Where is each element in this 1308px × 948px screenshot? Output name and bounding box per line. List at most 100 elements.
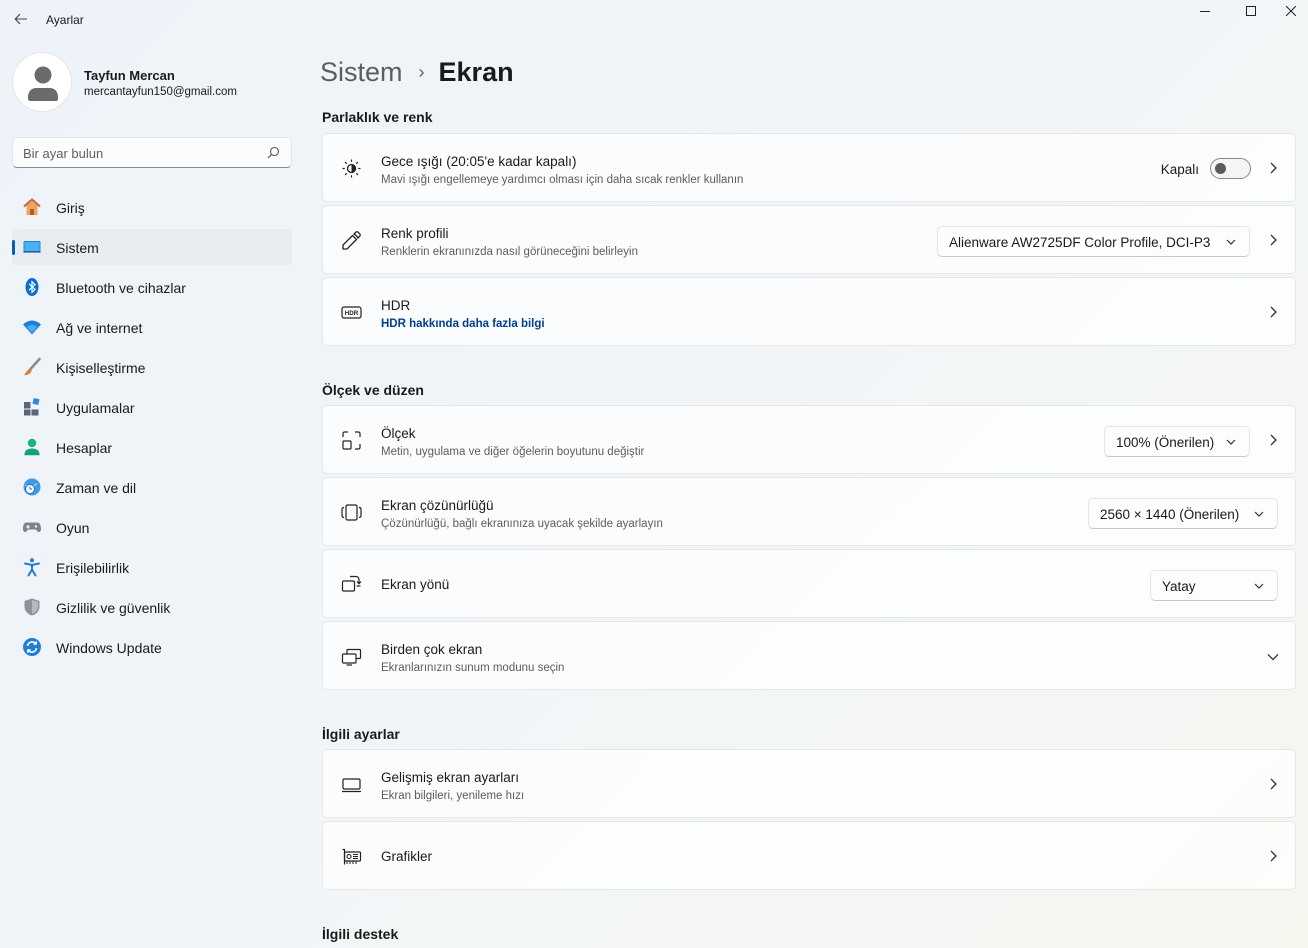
- resolution-title: Ekran çözünürlüğü: [381, 498, 494, 513]
- shield-icon: [24, 598, 40, 616]
- graphics-title: Grafikler: [381, 849, 433, 864]
- scale-card[interactable]: Ölçek Metin, uygulama ve diğer öğelerin …: [322, 405, 1296, 474]
- sidebar-item-time-language[interactable]: Zaman ve dil: [12, 469, 292, 505]
- chevron-right-icon: [1270, 850, 1277, 862]
- sidebar-item-label: Windows Update: [56, 640, 162, 656]
- maximize-button[interactable]: [1228, 0, 1274, 22]
- scale-dropdown[interactable]: 100% (Önerilen): [1104, 426, 1250, 457]
- system-icon: [23, 241, 41, 253]
- night-light-toggle[interactable]: [1210, 158, 1251, 179]
- multiple-displays-title: Birden çok ekran: [381, 642, 483, 657]
- section-title-support: İlgili destek: [322, 926, 399, 942]
- chevron-right-icon: [1270, 306, 1277, 318]
- sidebar-item-label: Gizlilik ve güvenlik: [56, 600, 171, 616]
- chevron-down-icon: [1267, 654, 1279, 661]
- hdr-card[interactable]: HDR HDR HDR hakkında daha fazla bilgi: [322, 277, 1296, 346]
- sidebar-item-gaming[interactable]: Oyun: [12, 509, 292, 545]
- night-light-subtitle: Mavi ışığı engellemeye yardımcı olması i…: [381, 174, 744, 186]
- title-bar: Ayarlar: [0, 0, 1308, 40]
- monitor-icon: [342, 778, 361, 793]
- sidebar-item-apps[interactable]: Uygulamalar: [12, 389, 292, 425]
- wifi-icon: [23, 320, 41, 335]
- multiple-displays-card[interactable]: Birden çok ekran Ekranlarınızın sunum mo…: [322, 621, 1296, 690]
- chevron-right-icon: [1270, 234, 1277, 246]
- section-title-brightness: Parlaklık ve renk: [322, 109, 433, 125]
- night-light-toggle-label: Kapalı: [1160, 162, 1199, 177]
- chevron-down-icon: [1254, 511, 1264, 517]
- sidebar-item-label: Sistem: [56, 240, 99, 256]
- clock-globe-icon: [23, 478, 41, 496]
- resolution-icon: [341, 504, 362, 521]
- sidebar-item-label: Giriş: [56, 200, 85, 216]
- advanced-display-subtitle: Ekran bilgileri, yenileme hızı: [381, 790, 525, 802]
- chevron-right-icon: [1270, 162, 1277, 174]
- toggle-knob: [1215, 163, 1226, 174]
- search-placeholder: Bir ayar bulun: [23, 146, 104, 161]
- sidebar-item-label: Oyun: [56, 520, 90, 536]
- accessibility-icon: [24, 558, 40, 577]
- sidebar-item-bluetooth[interactable]: Bluetooth ve cihazlar: [12, 269, 292, 305]
- sidebar-nav: Giriş Sistem Bluetooth ve cihazlar Ağ ve…: [12, 189, 292, 669]
- apps-icon: [24, 397, 40, 416]
- color-profile-dropdown[interactable]: Alienware AW2725DF Color Profile, DCI-P3: [937, 226, 1250, 257]
- back-button[interactable]: [8, 6, 34, 32]
- orientation-icon: [341, 575, 362, 592]
- color-profile-title: Renk profili: [381, 226, 449, 241]
- home-icon: [23, 198, 41, 215]
- chevron-right-icon: [1270, 778, 1277, 790]
- orientation-dropdown[interactable]: Yatay: [1150, 570, 1278, 601]
- multiple-displays-icon: [341, 648, 362, 666]
- sidebar-item-giris[interactable]: Giriş: [12, 189, 292, 225]
- sidebar-item-accessibility[interactable]: Erişilebilirlik: [12, 549, 292, 585]
- chevron-down-icon: [1226, 439, 1236, 445]
- color-profile-value: Alienware AW2725DF Color Profile, DCI-P3: [949, 235, 1211, 250]
- hdr-learn-more-link[interactable]: HDR hakkında daha fazla bilgi: [381, 318, 545, 330]
- sidebar-item-label: Bluetooth ve cihazlar: [56, 280, 186, 296]
- chevron-right-icon: [1270, 434, 1277, 446]
- scale-subtitle: Metin, uygulama ve diğer öğelerin boyutu…: [381, 446, 645, 458]
- color-profile-card[interactable]: Renk profili Renklerin ekranınızda nasıl…: [322, 205, 1296, 274]
- sidebar-item-accounts[interactable]: Hesaplar: [12, 429, 292, 465]
- hdr-icon: HDR: [341, 306, 362, 319]
- svg-text:HDR: HDR: [345, 310, 359, 317]
- advanced-display-title: Gelişmiş ekran ayarları: [381, 770, 520, 785]
- chevron-down-icon: [1226, 239, 1236, 245]
- section-title-related: İlgili ayarlar: [322, 726, 400, 742]
- sidebar-item-privacy[interactable]: Gizlilik ve güvenlik: [12, 589, 292, 625]
- sidebar-item-label: Ağ ve internet: [56, 320, 143, 336]
- sidebar-item-network[interactable]: Ağ ve internet: [12, 309, 292, 345]
- gamepad-icon: [23, 522, 41, 532]
- minimize-button[interactable]: [1182, 0, 1228, 22]
- arrow-left-icon: [14, 13, 27, 25]
- scale-icon: [342, 431, 361, 450]
- app-title: Ayarlar: [46, 13, 84, 27]
- night-light-card[interactable]: Gece ışığı (20:05'e kadar kapalı) Mavi ı…: [322, 133, 1296, 202]
- user-profile[interactable]: Tayfun Mercan mercantayfun150@gmail.com: [12, 52, 302, 112]
- resolution-card[interactable]: Ekran çözünürlüğü Çözünürlüğü, bağlı ekr…: [322, 477, 1296, 546]
- orientation-value: Yatay: [1162, 579, 1196, 594]
- hdr-title: HDR: [381, 298, 411, 313]
- sidebar-item-label: Kişiselleştirme: [56, 360, 146, 376]
- search-icon: [267, 146, 280, 159]
- sidebar-item-label: Erişilebilirlik: [56, 560, 130, 576]
- chevron-down-icon: [1254, 583, 1264, 589]
- settings-search-input[interactable]: Bir ayar bulun: [12, 137, 292, 168]
- resolution-dropdown[interactable]: 2560 × 1440 (Önerilen): [1088, 498, 1278, 529]
- resolution-value: 2560 × 1440 (Önerilen): [1100, 507, 1240, 522]
- advanced-display-card[interactable]: Gelişmiş ekran ayarları Ekran bilgileri,…: [322, 749, 1296, 818]
- brightness-icon: [342, 159, 361, 178]
- profile-email: mercantayfun150@gmail.com: [84, 86, 237, 98]
- orientation-card[interactable]: Ekran yönü Yatay: [322, 549, 1296, 618]
- graphics-card[interactable]: Grafikler: [322, 821, 1296, 890]
- section-title-scale: Ölçek ve düzen: [322, 382, 424, 398]
- brush-icon: [24, 357, 41, 376]
- sidebar-item-sistem[interactable]: Sistem: [12, 229, 292, 265]
- eyedropper-icon: [342, 231, 361, 250]
- profile-name: Tayfun Mercan: [84, 68, 175, 83]
- sidebar-item-windows-update[interactable]: Windows Update: [12, 629, 292, 665]
- breadcrumb-parent[interactable]: Sistem: [320, 57, 403, 88]
- sidebar-item-personalization[interactable]: Kişiselleştirme: [12, 349, 292, 385]
- close-button[interactable]: [1274, 0, 1308, 22]
- breadcrumb-separator: ›: [418, 61, 425, 82]
- sidebar-item-label: Uygulamalar: [56, 400, 135, 416]
